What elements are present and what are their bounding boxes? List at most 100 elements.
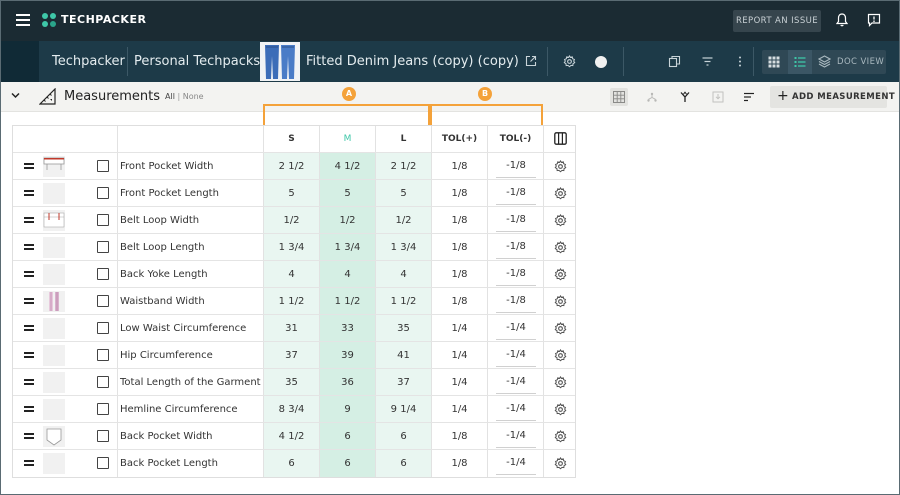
gear-icon[interactable] bbox=[554, 322, 567, 335]
table-row[interactable]: Waistband Width 1 1/2 1 1/2 1 1/2 1/8 -1/8 bbox=[13, 288, 575, 315]
tol-plus-value[interactable]: 1/8 bbox=[431, 261, 487, 287]
size-l-value[interactable]: 6 bbox=[375, 450, 431, 477]
size-s-value[interactable]: 8 3/4 bbox=[263, 396, 319, 422]
measurement-name[interactable]: Front Pocket Length bbox=[117, 180, 263, 206]
doc-view-button[interactable]: DOC VIEW bbox=[837, 57, 884, 67]
table-row[interactable]: Front Pocket Width 2 1/2 4 1/2 2 1/2 1/8 -1/8 bbox=[13, 153, 575, 180]
drag-handle[interactable] bbox=[13, 234, 43, 260]
grid-toggle-button[interactable] bbox=[610, 88, 628, 106]
size-l-value[interactable]: 1 3/4 bbox=[375, 234, 431, 260]
sort-icon[interactable] bbox=[743, 91, 755, 103]
gear-icon[interactable] bbox=[554, 214, 567, 227]
table-row[interactable]: Low Waist Circumference 31 33 35 1/4 -1/4 bbox=[13, 315, 575, 342]
size-s-value[interactable]: 4 bbox=[263, 261, 319, 287]
measurement-name[interactable]: Hip Circumference bbox=[117, 342, 263, 368]
tol-minus-input[interactable]: -1/4 bbox=[496, 429, 536, 448]
measurement-name[interactable]: Waistband Width bbox=[117, 288, 263, 314]
report-issue-button[interactable]: REPORT AN ISSUE bbox=[733, 10, 821, 32]
tol-plus-value[interactable]: 1/8 bbox=[431, 288, 487, 314]
tol-minus-input[interactable]: -1/8 bbox=[496, 294, 536, 313]
measurement-name[interactable]: Low Waist Circumference bbox=[117, 315, 263, 341]
size-m-value[interactable]: 1/2 bbox=[319, 207, 375, 233]
size-m-value[interactable]: 1 1/2 bbox=[319, 288, 375, 314]
grid-view-button[interactable] bbox=[762, 50, 786, 74]
measurement-image-cell[interactable] bbox=[43, 261, 75, 287]
size-m-value[interactable]: 33 bbox=[319, 315, 375, 341]
gear-icon[interactable] bbox=[554, 403, 567, 416]
size-s-value[interactable]: 1/2 bbox=[263, 207, 319, 233]
measurement-image-cell[interactable] bbox=[43, 234, 75, 260]
gear-icon[interactable] bbox=[554, 268, 567, 281]
measurement-image-cell[interactable] bbox=[43, 288, 75, 314]
tol-minus-input[interactable]: -1/4 bbox=[496, 348, 536, 367]
size-m-value[interactable]: 36 bbox=[319, 369, 375, 395]
bell-icon[interactable] bbox=[836, 13, 848, 27]
size-l-value[interactable]: 1 1/2 bbox=[375, 288, 431, 314]
measurement-name[interactable]: Back Yoke Length bbox=[117, 261, 263, 287]
size-s-value[interactable]: 2 1/2 bbox=[263, 153, 319, 179]
row-checkbox[interactable] bbox=[97, 214, 109, 226]
tol-plus-value[interactable]: 1/8 bbox=[431, 153, 487, 179]
table-row[interactable]: Back Yoke Length 4 4 4 1/8 -1/8 bbox=[13, 261, 575, 288]
measurement-image-cell[interactable] bbox=[43, 180, 75, 206]
row-checkbox[interactable] bbox=[97, 403, 109, 415]
hierarchy-icon[interactable] bbox=[646, 91, 658, 103]
measurement-name[interactable]: Back Pocket Width bbox=[117, 423, 263, 449]
table-row[interactable]: Total Length of the Garment 35 36 37 1/4 -1/4 bbox=[13, 369, 575, 396]
row-checkbox[interactable] bbox=[97, 160, 109, 172]
row-checkbox[interactable] bbox=[97, 295, 109, 307]
drag-handle[interactable] bbox=[13, 315, 43, 341]
tol-minus-input[interactable]: -1/4 bbox=[496, 321, 536, 340]
columns-icon[interactable] bbox=[554, 132, 567, 145]
size-s-value[interactable]: 6 bbox=[263, 450, 319, 477]
more-options-icon[interactable] bbox=[736, 55, 744, 68]
row-checkbox[interactable] bbox=[97, 187, 109, 199]
drag-handle[interactable] bbox=[13, 342, 43, 368]
table-row[interactable]: Back Pocket Length 6 6 6 1/8 -1/4 bbox=[13, 450, 575, 477]
tol-minus-input[interactable]: -1/8 bbox=[496, 213, 536, 232]
tol-plus-value[interactable]: 1/8 bbox=[431, 450, 487, 477]
layers-icon[interactable] bbox=[818, 55, 831, 68]
size-m-value[interactable]: 6 bbox=[319, 450, 375, 477]
size-s-value[interactable]: 31 bbox=[263, 315, 319, 341]
tol-minus-input[interactable]: -1/8 bbox=[496, 186, 536, 205]
size-m-value[interactable]: 6 bbox=[319, 423, 375, 449]
size-m-value[interactable]: 1 3/4 bbox=[319, 234, 375, 260]
size-m-value[interactable]: 9 bbox=[319, 396, 375, 422]
size-l-value[interactable]: 6 bbox=[375, 423, 431, 449]
drag-handle[interactable] bbox=[13, 288, 43, 314]
measurement-name[interactable]: Belt Loop Length bbox=[117, 234, 263, 260]
size-s-value[interactable]: 5 bbox=[263, 180, 319, 206]
size-l-value[interactable]: 9 1/4 bbox=[375, 396, 431, 422]
size-l-value[interactable]: 2 1/2 bbox=[375, 153, 431, 179]
measurement-name[interactable]: Hemline Circumference bbox=[117, 396, 263, 422]
status-dot[interactable] bbox=[595, 56, 607, 68]
tol-minus-input[interactable]: -1/8 bbox=[496, 240, 536, 259]
gear-icon[interactable] bbox=[554, 160, 567, 173]
measurement-image-cell[interactable] bbox=[43, 423, 75, 449]
gear-icon[interactable] bbox=[554, 430, 567, 443]
table-row[interactable]: Hip Circumference 37 39 41 1/4 -1/4 bbox=[13, 342, 575, 369]
filter-all-link[interactable]: All bbox=[165, 92, 175, 101]
gear-icon[interactable] bbox=[554, 295, 567, 308]
drag-handle[interactable] bbox=[13, 153, 43, 179]
measurement-name[interactable]: Front Pocket Width bbox=[117, 153, 263, 179]
breadcrumb-root[interactable]: Techpacker bbox=[52, 54, 125, 69]
row-checkbox[interactable] bbox=[97, 430, 109, 442]
drag-handle[interactable] bbox=[13, 180, 43, 206]
filter-none-link[interactable]: None bbox=[183, 92, 204, 101]
tol-plus-value[interactable]: 1/4 bbox=[431, 315, 487, 341]
open-external-icon[interactable] bbox=[525, 55, 537, 67]
tol-minus-input[interactable]: -1/4 bbox=[496, 456, 536, 475]
measurement-image-cell[interactable] bbox=[43, 369, 75, 395]
row-checkbox[interactable] bbox=[97, 376, 109, 388]
size-s-value[interactable]: 35 bbox=[263, 369, 319, 395]
measurement-image-cell[interactable] bbox=[43, 450, 75, 477]
measurement-image-cell[interactable] bbox=[43, 207, 75, 233]
tol-plus-value[interactable]: 1/4 bbox=[431, 369, 487, 395]
table-row[interactable]: Back Pocket Width 4 1/2 6 6 1/8 -1/4 bbox=[13, 423, 575, 450]
breadcrumb-product[interactable]: Fitted Denim Jeans (copy) (copy) bbox=[306, 54, 519, 69]
size-m-value[interactable]: 4 bbox=[319, 261, 375, 287]
tol-plus-value[interactable]: 1/4 bbox=[431, 396, 487, 422]
settings-icon[interactable] bbox=[563, 55, 576, 68]
